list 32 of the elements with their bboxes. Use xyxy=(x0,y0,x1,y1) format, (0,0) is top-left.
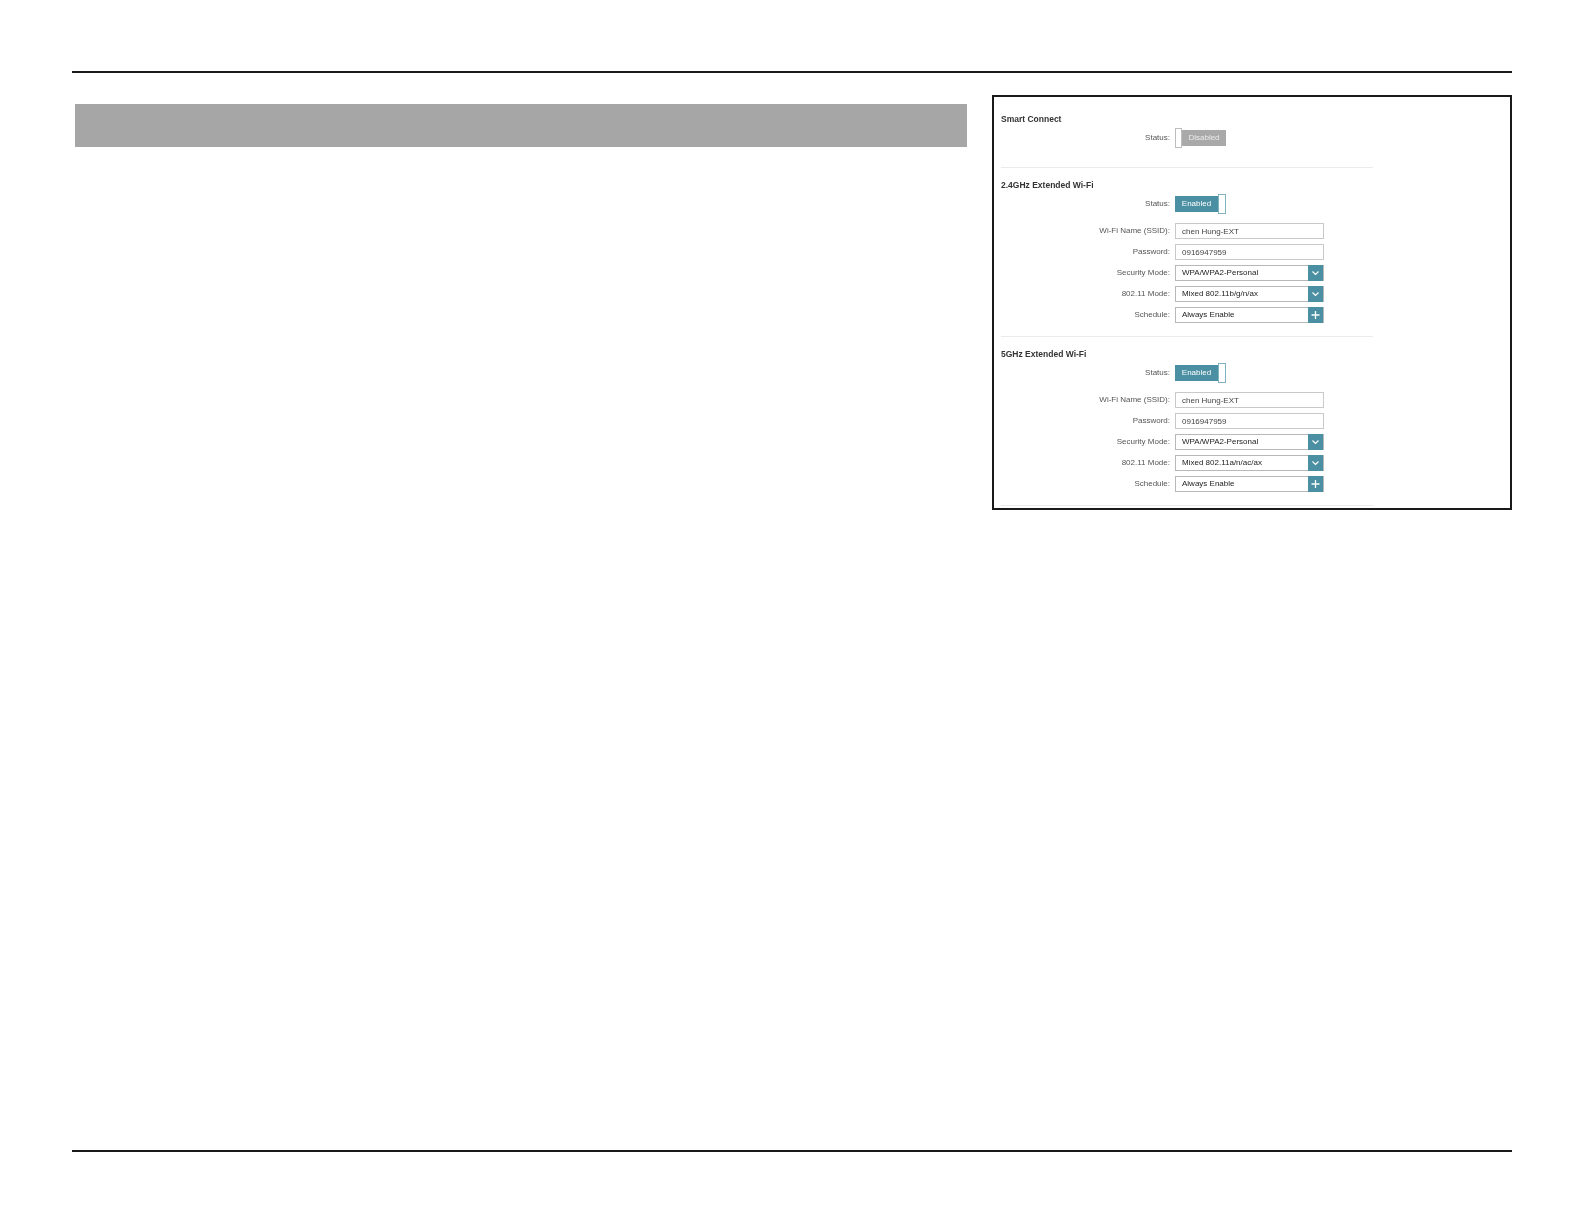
schedule-field[interactable]: Always Enable xyxy=(1175,307,1324,323)
field-label: Password: xyxy=(1132,417,1170,425)
plus-icon[interactable] xyxy=(1308,476,1323,492)
field-label: Status: xyxy=(1145,134,1170,142)
field-label: Status: xyxy=(1145,369,1170,377)
chevron-down-icon[interactable] xyxy=(1308,265,1323,281)
text-field[interactable]: chen Hung-EXT xyxy=(1175,392,1324,408)
schedule-field[interactable]: Always Enable xyxy=(1175,476,1324,492)
field-label: 802.11 Mode: xyxy=(1121,459,1170,467)
field-label: Security Mode: xyxy=(1116,269,1170,277)
select-field[interactable]: WPA/WPA2-Personal xyxy=(1175,434,1324,450)
text-field[interactable]: chen Hung-EXT xyxy=(1175,223,1324,239)
section-title: Smart Connect xyxy=(1001,114,1062,124)
field-label: Wi-Fi Name (SSID): xyxy=(1099,396,1170,404)
field-label: 802.11 Mode: xyxy=(1121,290,1170,298)
select-field[interactable]: Mixed 802.11b/g/n/ax xyxy=(1175,286,1324,302)
field-label: Wi-Fi Name (SSID): xyxy=(1099,227,1170,235)
section-title: 5GHz Extended Wi-Fi xyxy=(1001,349,1087,359)
field-label: Security Mode: xyxy=(1116,438,1170,446)
chevron-down-icon[interactable] xyxy=(1308,286,1323,302)
field-label: Schedule: xyxy=(1134,311,1170,319)
text-field[interactable]: 0916947959 xyxy=(1175,244,1324,260)
section-title: 2.4GHz Extended Wi-Fi xyxy=(1001,180,1094,190)
chevron-down-icon[interactable] xyxy=(1308,455,1323,471)
field-label: Password: xyxy=(1132,248,1170,256)
select-field[interactable]: WPA/WPA2-Personal xyxy=(1175,265,1324,281)
select-field[interactable]: Mixed 802.11a/n/ac/ax xyxy=(1175,455,1324,471)
text-field[interactable]: 0916947959 xyxy=(1175,413,1324,429)
field-label: Status: xyxy=(1145,200,1170,208)
chevron-down-icon[interactable] xyxy=(1308,434,1323,450)
field-label: Schedule: xyxy=(1134,480,1170,488)
plus-icon[interactable] xyxy=(1308,307,1323,323)
